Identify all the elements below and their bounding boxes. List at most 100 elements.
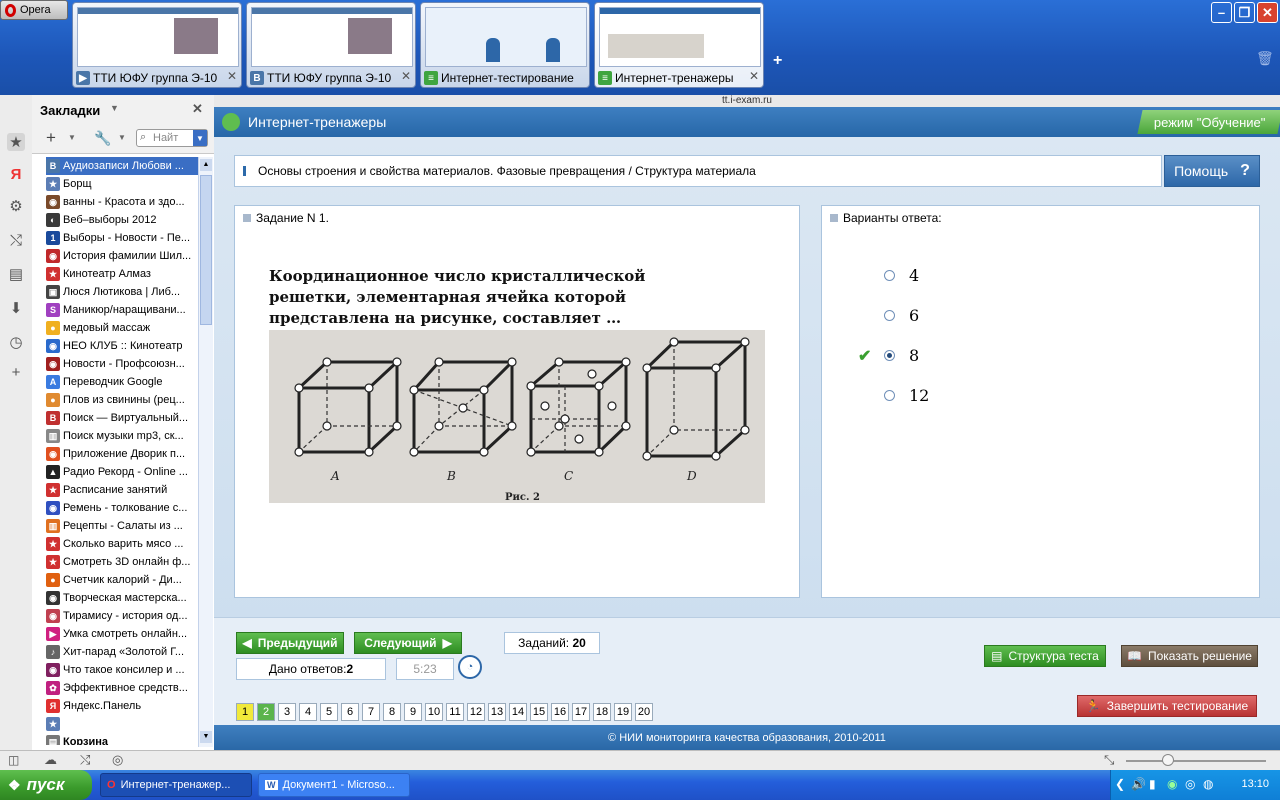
bookmarks-scrollbar[interactable]: ▲ ▼ [198,157,213,747]
bookmark-item[interactable]: ▤ Корзина [46,733,198,745]
scroll-down-icon[interactable]: ▼ [200,731,212,743]
bookmark-item[interactable]: ▥ Рецепты - Салаты из ... [46,517,198,535]
new-tab-button[interactable]: + [773,52,782,70]
bookmark-item[interactable]: В Поиск — Виртуальный... [46,409,198,427]
bookmark-item[interactable]: ◉ НЕО КЛУБ :: Кинотеатр [46,337,198,355]
chevron-down-icon[interactable]: ▼ [118,133,126,142]
close-tab-icon[interactable]: ✕ [401,69,411,83]
page-number-button[interactable]: 20 [635,703,653,721]
cloud-icon[interactable]: ☁ [44,752,57,768]
minimize-button[interactable]: – [1211,2,1232,23]
bookmark-item[interactable]: ◐ Веб–выборы 2012 [46,211,198,229]
radio-button[interactable] [884,350,895,361]
close-window-button[interactable]: ✕ [1257,2,1278,23]
bookmark-item[interactable]: ◉ ванны - Красота и здо... [46,193,198,211]
opera-tray-icon[interactable]: ◎ [1185,777,1195,791]
bookmarks-star-icon[interactable]: ★ [7,133,25,151]
bookmark-item[interactable]: S Маникюр/наращивани... [46,301,198,319]
bookmark-item[interactable]: ◉ Новости - Профсоюзн... [46,355,198,373]
next-button[interactable]: Следующий ▶ [354,632,462,654]
radio-button[interactable] [884,310,895,321]
bookmark-item[interactable]: ◉ Творческая мастерска... [46,589,198,607]
bookmark-item[interactable]: ★ Смотреть 3D онлайн ф... [46,553,198,571]
bookmark-item[interactable]: A Переводчик Google [46,373,198,391]
panel-toggle-icon[interactable]: ◫ [8,753,19,767]
bookmark-item[interactable]: ◉ Тирамису - история од... [46,607,198,625]
close-panel-icon[interactable]: ✕ [192,101,203,117]
answer-option-3[interactable]: 8 [884,346,919,365]
page-number-button[interactable]: 10 [425,703,443,721]
bookmark-item[interactable]: ★ Борщ [46,175,198,193]
bookmark-item[interactable]: ● Плов из свинины (рец... [46,391,198,409]
help-button[interactable]: Помощь ? [1164,155,1260,187]
downloads-icon[interactable]: ⬇ [7,299,25,317]
test-structure-button[interactable]: ▤ Структура теста [984,645,1106,667]
bookmark-item[interactable]: ★ Расписание занятий [46,481,198,499]
page-number-button[interactable]: 16 [551,703,569,721]
previous-button[interactable]: ◀ Предыдущий [236,632,344,654]
show-solution-button[interactable]: 📖 Показать решение [1121,645,1258,667]
volume-icon[interactable]: 🔊 [1131,777,1146,791]
gear-icon[interactable]: ⚙ [7,197,25,215]
page-number-button[interactable]: 6 [341,703,359,721]
scrollbar-thumb[interactable] [200,175,212,325]
answer-option-1[interactable]: 4 [884,266,919,285]
yandex-icon[interactable]: Я [7,165,25,183]
bookmark-item[interactable]: ◉ История фамилии Шил... [46,247,198,265]
share-icon[interactable]: ⤭ [7,231,25,249]
page-number-button[interactable]: 4 [299,703,317,721]
add-bookmark-icon[interactable]: + [46,128,56,148]
zoom-slider-handle[interactable] [1162,754,1174,766]
page-number-button[interactable]: 11 [446,703,464,721]
update-icon[interactable]: ◍ [1203,777,1213,791]
scroll-up-icon[interactable]: ▲ [200,159,212,171]
bookmark-item[interactable]: ▲ Радио Рекорд - Online ... [46,463,198,481]
page-number-button[interactable]: 9 [404,703,422,721]
bookmark-item[interactable]: ▥ Поиск музыки mp3, ск... [46,427,198,445]
opera-menu-button[interactable]: Opera [0,0,68,20]
page-number-button[interactable]: 19 [614,703,632,721]
tray-expand-icon[interactable]: ❮ [1115,777,1125,791]
page-number-button[interactable]: 7 [362,703,380,721]
page-number-button[interactable]: 15 [530,703,548,721]
notes-icon[interactable]: ▤ [7,265,25,283]
bookmark-item[interactable]: ▣ Люся Лютикова | Либ... [46,283,198,301]
browser-tab-1[interactable]: ▶ ТТИ ЮФУ группа Э-10 ✕ [72,2,242,88]
turbo-icon[interactable]: ◎ [112,752,123,768]
start-button[interactable]: ❖ пуск [0,770,92,800]
bookmark-item[interactable]: ◉ Ремень - толкование с... [46,499,198,517]
radio-button[interactable] [884,270,895,281]
bookmark-item[interactable]: ● медовый массаж [46,319,198,337]
taskbar-item-opera[interactable]: O Интернет-тренажер... [100,773,252,797]
bookmark-item[interactable]: 1 Выборы - Новости - Пе... [46,229,198,247]
answer-option-4[interactable]: 12 [884,386,929,405]
page-number-button[interactable]: 8 [383,703,401,721]
network-icon[interactable]: ▮ [1149,777,1156,791]
bookmark-item[interactable]: ★ Кинотеатр Алмаз [46,265,198,283]
page-number-button[interactable]: 2 [257,703,275,721]
bookmarks-search-input[interactable]: ⌕ Найт ▼ [136,129,208,147]
taskbar-item-word[interactable]: W Документ1 - Microso... [258,773,410,797]
browser-tab-4[interactable]: ≡ Интернет-тренажеры ✕ [594,2,764,88]
radio-button[interactable] [884,390,895,401]
page-number-button[interactable]: 13 [488,703,506,721]
bookmark-item[interactable]: ♪ Хит-парад «Золотой Г... [46,643,198,661]
page-number-button[interactable]: 18 [593,703,611,721]
unite-icon[interactable]: ⤭ [80,752,90,768]
browser-tab-2[interactable]: В ТТИ ЮФУ группа Э-10 ✕ [246,2,416,88]
chevron-down-icon[interactable]: ▼ [110,103,119,113]
history-icon[interactable]: ◷ [7,333,25,351]
antivirus-icon[interactable]: ◉ [1167,777,1177,791]
wrench-icon[interactable]: 🔧 [94,130,111,147]
bookmark-item[interactable]: ◉ Что такое консилер и ... [46,661,198,679]
add-panel-icon[interactable]: + [7,363,25,381]
trash-icon[interactable]: 🗑 [1256,50,1274,67]
bookmark-item[interactable]: Я Яндекс.Панель [46,697,198,715]
bookmark-item[interactable]: В Аудиозаписи Любови ... [46,157,198,175]
bookmark-item[interactable]: ◉ Приложение Дворик п... [46,445,198,463]
bookmark-item[interactable]: ★ Сколько варить мясо ... [46,535,198,553]
page-number-button[interactable]: 5 [320,703,338,721]
close-tab-icon[interactable]: ✕ [749,69,759,83]
bookmark-item[interactable]: ▶ Умка смотреть онлайн... [46,625,198,643]
answer-option-2[interactable]: 6 [884,306,919,325]
